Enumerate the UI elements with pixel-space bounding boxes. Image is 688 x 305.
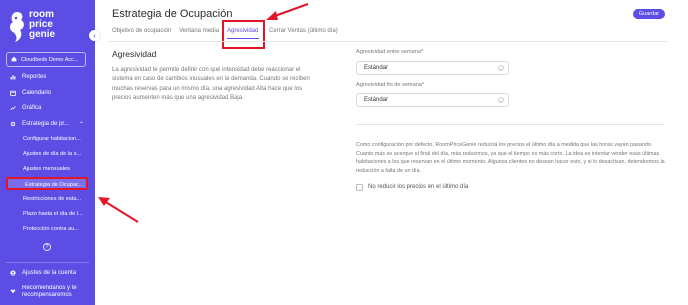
section-title: Agresividad [112,49,157,59]
sidebar-item-label: Estrategia de pr... [22,121,70,127]
sidebar-item-referral[interactable]: Recomiéndanos y te recompensaremos [0,285,95,301]
bar-chart-icon [10,74,16,80]
section-divider [356,124,664,125]
save-button[interactable]: Guardar [633,9,665,19]
sidebar-subitem-proteccion[interactable]: Protección contra au... [23,226,87,232]
chevron-down-icon: ⌄ [498,97,504,103]
last-day-info-text: Como configuración por defecto, RoomPric… [356,142,665,174]
collapse-sidebar-button[interactable]: ‹ [89,30,100,41]
sidebar-item-label: Gráfica [22,105,42,111]
sidebar-subitem-configurar[interactable]: Configurar habitacion... [23,136,87,142]
sidebar-divider [6,262,89,263]
no-reduce-last-day-label[interactable]: No reducir los precios en el último día [368,184,468,190]
brand-name: room price genie [29,9,56,40]
home-icon [11,56,17,64]
tab-objetivo-ocupacion[interactable]: Objetivo de ocupación [112,28,171,34]
help-icon[interactable]: ? [43,243,51,251]
sidebar-subitem-ajustes-mensuales[interactable]: Ajustes mensuales [23,166,87,172]
weekend-aggressiveness-select[interactable]: Estándar ⌄ [356,93,509,107]
sidebar: room price genie Cloudbeds Demo Acc... R… [0,0,95,305]
page-title: Estrategia de Ocupación [112,8,233,20]
arrow-to-sidebar-head [98,197,110,206]
chevron-up-icon: ⌃ [79,121,85,128]
sidebar-item-label: Calendario [22,90,52,96]
sidebar-item-grafica[interactable]: Gráfica [0,103,95,113]
weekend-aggressiveness-label: Agresividad fin de semana* [356,82,425,88]
sidebar-item-calendario[interactable]: Calendario [0,88,95,98]
sidebar-item-reportes[interactable]: Reportes [0,72,95,82]
hotel-name: Cloudbeds Demo Acc... [21,56,79,63]
gift-icon [10,288,16,294]
logo[interactable]: room price genie [7,8,87,44]
referral-line1: Recomiéndanos y te [22,285,77,291]
tab-cerrar-ventas[interactable]: Cerrar Ventas (último día) [269,28,338,34]
weekday-aggressiveness-value: Estándar [364,65,389,71]
tab-ventana-media[interactable]: Ventana media [179,28,219,34]
sidebar-subitem-ajustes-dia[interactable]: Ajustes de día de la s... [23,151,87,157]
gear-icon [10,121,16,127]
header-divider [108,41,668,42]
sidebar-item-label: Ajustes de la cuenta [22,270,77,276]
weekday-aggressiveness-label: Agresividad entre semana* [356,49,424,55]
referral-line2: recompensaremos [22,292,72,298]
sidebar-subitem-plazo[interactable]: Plazo hasta el día de l... [23,211,87,217]
sidebar-item-label: Reportes [22,74,47,80]
user-icon [10,270,16,276]
arrow-to-tab-head [266,11,278,20]
weekend-aggressiveness-value: Estándar [364,97,389,103]
hotel-selector[interactable]: Cloudbeds Demo Acc... [6,52,86,67]
line-chart-icon [10,105,16,111]
no-reduce-last-day-checkbox[interactable] [356,184,363,191]
sidebar-subitem-restricciones[interactable]: Restricciones de esta... [23,196,87,202]
chevron-down-icon: ⌄ [498,65,504,71]
sidebar-subitem-estrategia-ocupacion[interactable]: Estrategia de Ocupac... [6,177,88,190]
arrow-to-tab [271,3,309,18]
highlight-box-tab [222,20,265,49]
arrow-to-sidebar [103,200,139,223]
genie-logo-icon [10,12,24,42]
calendar-icon [10,90,16,96]
sidebar-item-estrategia[interactable]: Estrategia de pr... ⌃ [0,119,95,129]
referral-label: Recomiéndanos y te recompensaremos [22,285,77,299]
weekday-aggressiveness-select[interactable]: Estándar ⌄ [356,61,509,75]
sidebar-item-account[interactable]: Ajustes de la cuenta [0,268,95,278]
section-description: La agresividad te permite definir con qu… [112,67,310,101]
